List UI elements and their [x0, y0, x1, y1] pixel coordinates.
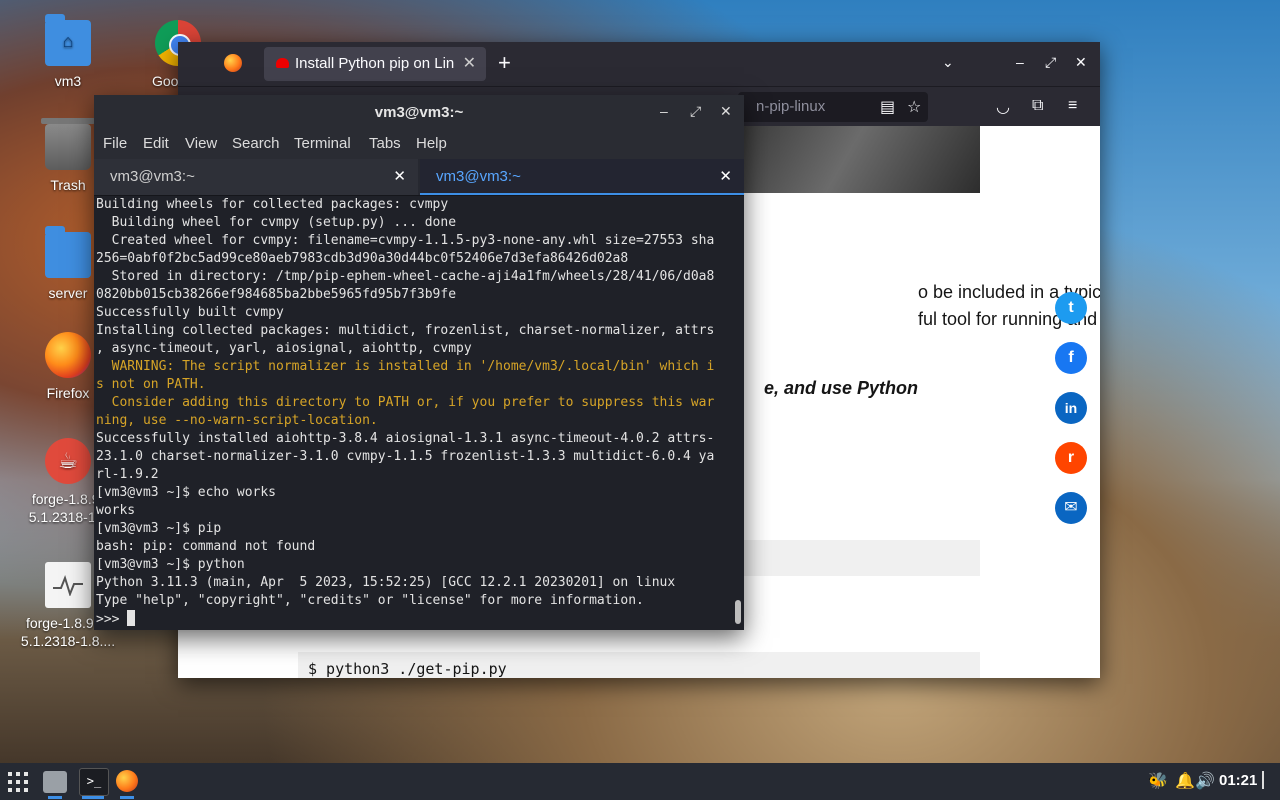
desktop-icon-home[interactable]: ⌂ vm3 [13, 14, 123, 90]
extensions-icon[interactable]: ⧉ [1032, 97, 1043, 115]
minimize-icon[interactable]: – [660, 103, 668, 119]
code-snippet: $ python3 ./get-pip.py [308, 660, 507, 678]
terminal-window: vm3@vm3:~ – ⤢ ✕ File Edit View Search Te… [94, 95, 744, 630]
pocket-icon[interactable]: ◡ [996, 97, 1010, 117]
clock[interactable]: 01:21 [1219, 772, 1257, 789]
terminal-line: Python 3.11.3 (main, Apr 5 2023, 15:52:2… [96, 575, 676, 590]
terminal-line: Created wheel for cvmpy: filename=cvmpy-… [96, 233, 715, 248]
trash-icon [41, 118, 95, 170]
menu-edit[interactable]: Edit [143, 135, 169, 152]
file-manager-taskbar-icon[interactable] [43, 771, 67, 793]
reddit-share-icon[interactable]: r [1055, 442, 1087, 474]
terminal-line: 256=0abf0f2bc5ad99ce80aeb7983cdb3d90a30d… [96, 251, 629, 266]
maximize-icon[interactable]: ⤢ [1045, 54, 1056, 71]
menu-view[interactable]: View [185, 135, 217, 152]
terminal-taskbar-icon[interactable]: >_ [79, 768, 109, 796]
menu-terminal[interactable]: Terminal [294, 135, 351, 152]
maximize-icon[interactable]: ⤢ [690, 103, 701, 120]
article-heading: e, and use Python [764, 378, 919, 398]
terminal-output[interactable]: Building wheels for collected packages: … [96, 196, 728, 628]
terminal-tab-label: vm3@vm3:~ [110, 168, 195, 185]
reader-view-icon[interactable]: ▤ [880, 97, 895, 117]
close-tab-icon[interactable]: ✕ [719, 167, 732, 185]
firefox-taskbar-icon[interactable] [116, 770, 138, 792]
terminal-line: Successfully built cvmpy [96, 305, 284, 320]
terminal-title-bar[interactable]: vm3@vm3:~ – ⤢ ✕ [94, 95, 744, 131]
terminal-line: [vm3@vm3 ~]$ pip [96, 521, 222, 536]
url-text: n-pip-linux [756, 98, 826, 115]
volume-icon[interactable]: 🔊 [1195, 771, 1215, 791]
terminal-line: , async-timeout, yarl, aiosignal, aiohtt… [96, 341, 472, 356]
linkedin-share-icon[interactable]: in [1055, 392, 1087, 424]
terminal-menu-bar: File Edit View Search Terminal Tabs Help [94, 131, 744, 159]
terminal-line: [vm3@vm3 ~]$ python [96, 557, 245, 572]
java-icon: ☕ [45, 438, 91, 484]
terminal-line: Successfully installed aiohttp-3.8.4 aio… [96, 431, 715, 446]
show-desktop-icon[interactable] [1262, 771, 1264, 789]
terminal-title: vm3@vm3:~ [374, 104, 464, 121]
terminal-line: Building wheels for collected packages: … [96, 197, 449, 212]
text-cursor [127, 610, 136, 626]
terminal-line: 23.1.0 charset-normalizer-3.1.0 cvmpy-1.… [96, 449, 715, 464]
close-window-icon[interactable]: ✕ [1075, 54, 1087, 71]
firefox-tab-bar: Install Python pip on Linu ✕ + ⌄ – ⤢ ✕ [178, 42, 1100, 86]
app-launcher-icon[interactable] [8, 772, 28, 792]
terminal-tab-label: vm3@vm3:~ [436, 168, 521, 185]
menu-tabs[interactable]: Tabs [369, 135, 401, 152]
terminal-line: Installing collected packages: multidict… [96, 323, 715, 338]
terminal-line: rl-1.9.2 [96, 467, 159, 482]
terminal-tab-2[interactable]: vm3@vm3:~ ✕ [420, 159, 744, 195]
terminal-line: bash: pip: command not found [96, 539, 316, 554]
terminal-line: s not on PATH. [96, 377, 206, 392]
desktop-icon-label-line2: 5.1.2318-1.8.... [20, 633, 116, 649]
bookmark-star-icon[interactable]: ☆ [907, 97, 921, 117]
facebook-share-icon[interactable]: f [1055, 342, 1087, 374]
redhat-favicon-icon [276, 58, 289, 68]
home-folder-icon: ⌂ [45, 14, 91, 66]
browser-tab-title: Install Python pip on Linu [295, 55, 455, 72]
folder-icon [45, 226, 91, 278]
terminal-line: Building wheel for cvmpy (setup.py) ... … [96, 215, 457, 230]
terminal-line: works [96, 503, 136, 518]
desktop-icon-label: vm3 [54, 73, 82, 89]
menu-file[interactable]: File [103, 135, 127, 152]
minimize-icon[interactable]: – [1016, 54, 1024, 70]
new-tab-button[interactable]: + [498, 50, 511, 76]
email-share-icon[interactable]: ✉ [1055, 492, 1087, 524]
notifications-bell-icon[interactable]: 🔔 [1175, 771, 1195, 791]
menu-help[interactable]: Help [416, 135, 447, 152]
document-icon [45, 562, 91, 608]
taskbar-active-indicator [82, 796, 104, 799]
taskbar-active-indicator [120, 796, 134, 799]
terminal-line: WARNING: The script normalizer is instal… [96, 359, 715, 374]
hero-image [738, 126, 980, 193]
twitter-share-icon[interactable]: t [1055, 292, 1087, 324]
terminal-line: Type "help", "copyright", "credits" or "… [96, 593, 644, 608]
terminal-tab-bar: vm3@vm3:~ ✕ vm3@vm3:~ ✕ [94, 159, 744, 196]
terminal-line: Stored in directory: /tmp/pip-ephem-whee… [96, 269, 715, 284]
close-tab-icon[interactable]: ✕ [463, 53, 476, 73]
terminal-line: [vm3@vm3 ~]$ echo works [96, 485, 277, 500]
python-prompt: >>> [96, 612, 128, 627]
list-all-tabs-icon[interactable]: ⌄ [942, 54, 954, 71]
terminal-tab-1[interactable]: vm3@vm3:~ ✕ [94, 159, 418, 195]
url-bar[interactable]: n-pip-linux [738, 92, 928, 122]
terminal-line: ning, use --no-warn-script-location. [96, 413, 378, 428]
menu-search[interactable]: Search [232, 135, 280, 152]
browser-tab-active[interactable]: Install Python pip on Linu ✕ [264, 47, 486, 81]
taskbar-active-indicator [48, 796, 62, 799]
firefox-icon [45, 332, 91, 378]
app-menu-icon[interactable]: ≡ [1068, 97, 1077, 115]
terminal-line: 0820bb015cb38266ef984685ba2bbe5965fd95b7… [96, 287, 457, 302]
terminal-scrollbar[interactable] [735, 600, 741, 624]
terminal-line: Consider adding this directory to PATH o… [96, 395, 715, 410]
python-prompt-line[interactable]: >>> [96, 610, 728, 628]
taskbar: >_ 🐝 🔔 🔊 01:21 [0, 763, 1280, 800]
close-tab-icon[interactable]: ✕ [393, 167, 406, 185]
close-window-icon[interactable]: ✕ [720, 103, 732, 120]
updates-icon[interactable]: 🐝 [1148, 771, 1168, 791]
firefox-view-icon[interactable] [224, 54, 242, 72]
